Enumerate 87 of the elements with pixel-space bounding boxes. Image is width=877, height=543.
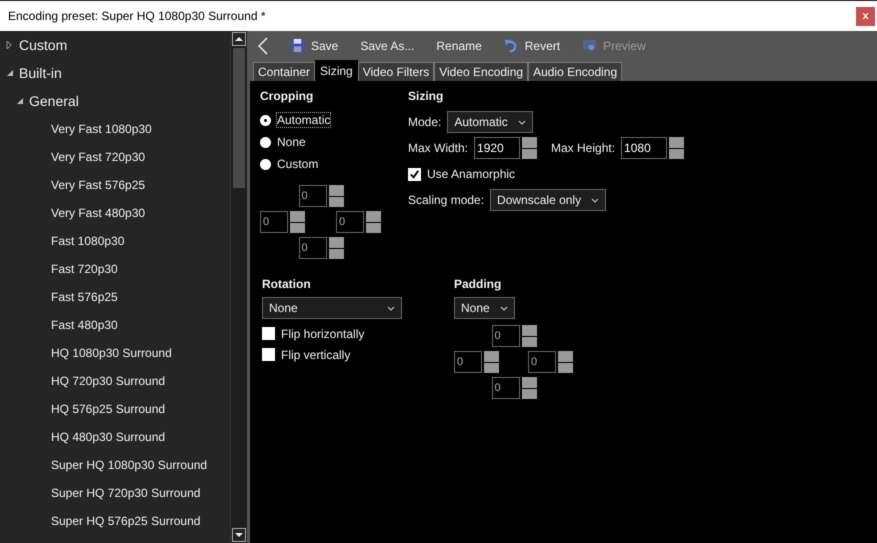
tree-item[interactable]: HQ 1080p30 Surround <box>51 346 172 360</box>
radio-button[interactable] <box>260 158 271 170</box>
tab[interactable]: Sizing <box>315 60 358 81</box>
number-field[interactable]: 0 <box>492 377 520 399</box>
tree-item[interactable]: Very Fast 1080p30 <box>51 122 152 136</box>
checkbox-label[interactable]: Use Anamorphic <box>427 167 516 181</box>
tree-item[interactable]: Fast 480p30 <box>51 318 118 332</box>
number-field[interactable]: 1920 <box>474 137 520 159</box>
section-heading: Rotation <box>262 277 312 291</box>
tab[interactable]: Container <box>253 62 316 81</box>
section-heading: Cropping <box>260 89 314 103</box>
spin-buttons[interactable] <box>290 211 305 233</box>
toolbar-button[interactable]: Rename <box>436 38 482 52</box>
radio-button[interactable] <box>260 136 271 148</box>
number-field[interactable]: 1080 <box>621 137 668 159</box>
spin-buttons[interactable] <box>328 185 344 207</box>
scroll-thumb[interactable] <box>233 48 245 188</box>
tree-item[interactable]: Super HQ 576p25 Surround <box>51 514 200 528</box>
caret-icon <box>387 306 395 310</box>
field-label: Mode: <box>408 115 442 129</box>
tree-item[interactable]: Fast 576p25 <box>51 290 118 304</box>
number-field[interactable]: 0 <box>336 211 364 233</box>
tab[interactable]: Audio Encoding <box>528 62 622 81</box>
spin-buttons[interactable] <box>522 377 536 399</box>
spin-buttons[interactable] <box>366 211 381 233</box>
spin-buttons[interactable] <box>484 351 499 373</box>
tree-item[interactable]: Very Fast 720p30 <box>51 150 146 164</box>
number-field[interactable]: 0 <box>492 325 520 347</box>
tab[interactable]: Video Encoding <box>434 62 528 81</box>
tree-item[interactable]: Super HQ 1080p30 Surround <box>51 458 208 472</box>
tree-item[interactable]: Fast 720p30 <box>51 262 118 276</box>
expander-icon[interactable] <box>6 69 14 77</box>
checkbox[interactable] <box>262 327 275 340</box>
tree-item[interactable]: Super HQ 720p30 Surround <box>51 486 200 500</box>
field-label: Max Width: <box>408 141 468 155</box>
scroll-down-icon[interactable] <box>232 528 246 542</box>
spin-buttons[interactable] <box>669 137 684 159</box>
expander-icon[interactable] <box>16 97 24 105</box>
spin-buttons[interactable] <box>558 351 573 373</box>
caret-icon <box>591 198 600 202</box>
section-heading: Padding <box>454 277 502 291</box>
spin-buttons[interactable] <box>328 237 344 259</box>
tree-item[interactable]: Very Fast 480p30 <box>51 206 146 220</box>
tab[interactable]: Video Filters <box>358 62 434 81</box>
section-heading: Sizing <box>408 89 444 103</box>
checkbox-label[interactable]: Flip horizontally <box>281 326 364 340</box>
toolbar-button[interactable]: Save As... <box>360 38 414 52</box>
expander-icon[interactable] <box>6 41 14 49</box>
caret-icon <box>500 306 508 310</box>
field-label: Scaling mode: <box>408 193 484 207</box>
dropdown[interactable]: None <box>454 297 515 319</box>
radio-label[interactable]: Automatic <box>277 113 330 127</box>
number-field[interactable]: 0 <box>298 237 326 259</box>
dropdown[interactable]: Downscale only <box>490 189 606 211</box>
checkbox[interactable] <box>262 348 275 361</box>
radio-label[interactable]: Custom <box>277 157 318 171</box>
save-button[interactable]: Save <box>290 38 338 53</box>
number-field[interactable]: 0 <box>454 351 482 373</box>
tree-item[interactable]: Built-in <box>19 65 62 81</box>
spin-buttons[interactable] <box>522 137 538 159</box>
number-field[interactable]: 0 <box>298 185 326 207</box>
dropdown[interactable]: Automatic <box>447 111 533 133</box>
tree-item[interactable]: Custom <box>19 37 68 53</box>
checkbox-label[interactable]: Flip vertically <box>281 348 350 362</box>
scrollbar[interactable] <box>230 31 247 543</box>
scroll-up-icon[interactable] <box>232 32 246 46</box>
window-title: Encoding preset: Super HQ 1080p30 Surround * <box>8 9 266 23</box>
undo-arrow-icon <box>504 38 519 53</box>
tree-item[interactable]: HQ 480p30 Surround <box>51 430 166 444</box>
close-button[interactable]: x <box>856 6 875 26</box>
dropdown[interactable]: None <box>262 297 402 319</box>
checkbox[interactable] <box>408 168 421 180</box>
tree-item[interactable]: HQ 576p25 Surround <box>51 402 166 416</box>
number-field[interactable]: 0 <box>260 211 288 233</box>
field-label: Max Height: <box>551 141 616 155</box>
tree-item[interactable]: General <box>29 93 79 109</box>
radio-label[interactable]: None <box>277 135 306 149</box>
tree-item[interactable]: Fast 1080p30 <box>51 234 124 248</box>
back-icon[interactable] <box>258 36 268 54</box>
revert-button[interactable]: Revert <box>504 38 560 53</box>
caret-icon <box>518 120 526 124</box>
radio-button[interactable] <box>261 116 270 124</box>
number-field[interactable]: 0 <box>528 351 556 373</box>
monitor-icon <box>582 38 598 53</box>
tree-item[interactable]: HQ 720p30 Surround <box>51 374 166 388</box>
tree-item[interactable]: Very Fast 576p25 <box>51 178 146 192</box>
spin-buttons[interactable] <box>522 325 536 347</box>
